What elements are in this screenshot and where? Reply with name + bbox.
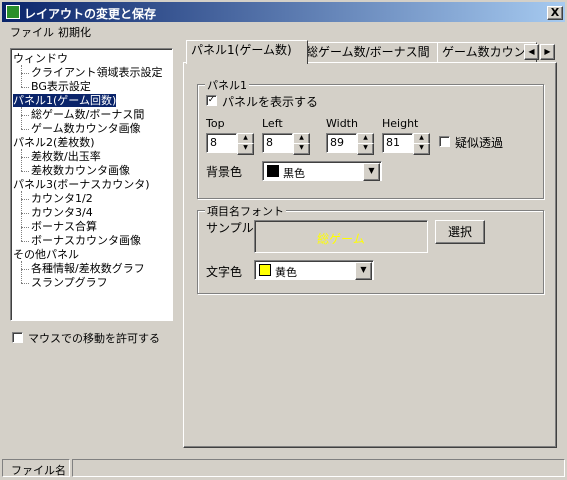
bg-color-swatch bbox=[267, 165, 279, 177]
text-color-swatch bbox=[259, 264, 271, 276]
tree-connector bbox=[21, 149, 22, 171]
width-label: Width bbox=[326, 117, 358, 130]
tree-connector bbox=[21, 269, 29, 270]
left-label: Left bbox=[262, 117, 283, 130]
chevron-down-icon[interactable]: ▼ bbox=[355, 262, 372, 280]
tree-node-child[interactable]: 差枚数カウンタ画像 bbox=[31, 164, 130, 177]
tree-node-child[interactable]: スランプグラフ bbox=[31, 276, 108, 289]
title-bar: レイアウトの変更と保存 X bbox=[2, 2, 565, 22]
status-bar: ファイル名 bbox=[2, 458, 565, 478]
show-panel-label: パネルを表示する bbox=[222, 95, 319, 109]
tree-node-root[interactable]: パネル2(差枚数) bbox=[13, 136, 95, 149]
tree-node-root[interactable]: その他パネル bbox=[13, 248, 79, 261]
bg-color-value: 黒色 bbox=[283, 167, 305, 180]
tree-connector bbox=[21, 213, 29, 214]
tree-node-child[interactable]: クライアント領域表示設定 bbox=[31, 66, 163, 79]
chevron-down-icon[interactable]: ▼ bbox=[363, 163, 380, 181]
tree-node-child[interactable]: カウンタ3/4 bbox=[31, 206, 93, 219]
height-spinner[interactable]: 81 ▲ ▼ bbox=[382, 133, 430, 155]
tree-connector bbox=[21, 65, 22, 87]
tree-connector bbox=[21, 87, 29, 88]
tree-connector bbox=[21, 191, 22, 241]
tab-scroll-left-button[interactable]: ◀ bbox=[524, 44, 539, 60]
tree-connector bbox=[21, 199, 29, 200]
tree-connector bbox=[21, 283, 29, 284]
tree-connector bbox=[21, 129, 29, 130]
tree-connector bbox=[21, 115, 29, 116]
close-button[interactable]: X bbox=[547, 6, 563, 20]
tree-node-child[interactable]: BG表示設定 bbox=[31, 80, 91, 93]
bg-color-select[interactable]: 黒色 ▼ bbox=[262, 161, 382, 181]
mouse-move-label: マウスでの移動を許可する bbox=[28, 332, 160, 345]
width-input[interactable]: 89 bbox=[326, 133, 357, 153]
tab-total-games[interactable]: 総ゲーム数/ボーナス間 bbox=[301, 42, 444, 63]
tree-connector bbox=[21, 227, 29, 228]
top-down-button[interactable]: ▼ bbox=[237, 143, 254, 155]
tab-game-counter[interactable]: ゲーム数カウン bbox=[437, 42, 537, 63]
status-file-label: ファイル名 bbox=[2, 459, 70, 477]
height-label: Height bbox=[382, 117, 419, 130]
width-down-button[interactable]: ▼ bbox=[357, 143, 374, 155]
left-down-button[interactable]: ▼ bbox=[293, 143, 310, 155]
tree-connector bbox=[21, 261, 22, 283]
tree-node-root[interactable]: ウィンドウ bbox=[13, 52, 68, 65]
pseudo-transparent-label: 疑似透過 bbox=[455, 136, 504, 150]
window-title: レイアウトの変更と保存 bbox=[24, 7, 157, 21]
sample-text: 総ゲーム bbox=[317, 232, 365, 246]
tree-connector bbox=[21, 107, 22, 129]
tree-node-child[interactable]: ゲーム数カウンタ画像 bbox=[31, 122, 141, 135]
tree-node-child[interactable]: カウンタ1/2 bbox=[31, 192, 93, 205]
mouse-move-checkbox[interactable] bbox=[12, 332, 23, 343]
height-down-button[interactable]: ▼ bbox=[413, 143, 430, 155]
tree-node-root[interactable]: パネル1(ゲーム回数) bbox=[13, 94, 117, 107]
text-color-select[interactable]: 黄色 ▼ bbox=[254, 260, 374, 280]
bg-color-label: 背景色 bbox=[206, 165, 243, 179]
tree-connector bbox=[21, 73, 29, 74]
height-input[interactable]: 81 bbox=[382, 133, 413, 153]
tab-panel1[interactable]: パネル1(ゲーム数) bbox=[186, 40, 308, 64]
tab-scroll-right-button[interactable]: ▶ bbox=[540, 44, 555, 60]
tree-connector bbox=[21, 171, 29, 172]
top-label: Top bbox=[206, 117, 225, 130]
left-spinner[interactable]: 8 ▲ ▼ bbox=[262, 133, 310, 155]
status-file-value bbox=[72, 459, 565, 477]
top-input[interactable]: 8 bbox=[206, 133, 237, 153]
pseudo-transparent-checkbox[interactable] bbox=[439, 136, 450, 147]
tree-node-child[interactable]: ボーナスカウンタ画像 bbox=[31, 234, 141, 247]
tree-node-child[interactable]: ボーナス合算 bbox=[31, 220, 97, 233]
font-group-title: 項目名フォント bbox=[205, 203, 286, 219]
width-spinner[interactable]: 89 ▲ ▼ bbox=[326, 133, 374, 155]
sample-label: サンプル bbox=[206, 221, 254, 235]
text-color-value: 黄色 bbox=[275, 266, 297, 279]
tree-connector bbox=[21, 241, 29, 242]
left-input[interactable]: 8 bbox=[262, 133, 293, 153]
menu-reset[interactable]: 初期化 bbox=[56, 24, 93, 41]
tree-node-child[interactable]: 総ゲーム数/ボーナス間 bbox=[31, 108, 144, 121]
select-font-button[interactable]: 選択 bbox=[435, 220, 485, 244]
tree-node-root[interactable]: パネル3(ボーナスカウンタ) bbox=[13, 178, 150, 191]
app-icon bbox=[6, 5, 20, 19]
text-color-label: 文字色 bbox=[206, 265, 243, 279]
menu-file[interactable]: ファイル bbox=[8, 24, 56, 41]
top-spinner[interactable]: 8 ▲ ▼ bbox=[206, 133, 254, 155]
tree-node-child[interactable]: 各種情報/差枚数グラフ bbox=[31, 262, 145, 275]
show-panel-checkbox[interactable]: ✓ bbox=[206, 95, 217, 106]
panel-group-title: パネル1 bbox=[205, 77, 249, 93]
layout-tree[interactable]: ウィンドウ クライアント領域表示設定 BG表示設定 パネル1(ゲーム回数) 総ゲーム数/… bbox=[10, 48, 173, 321]
tree-connector bbox=[21, 157, 29, 158]
sample-preview: 総ゲーム bbox=[254, 220, 428, 253]
tree-node-child[interactable]: 差枚数/出玉率 bbox=[31, 150, 101, 163]
